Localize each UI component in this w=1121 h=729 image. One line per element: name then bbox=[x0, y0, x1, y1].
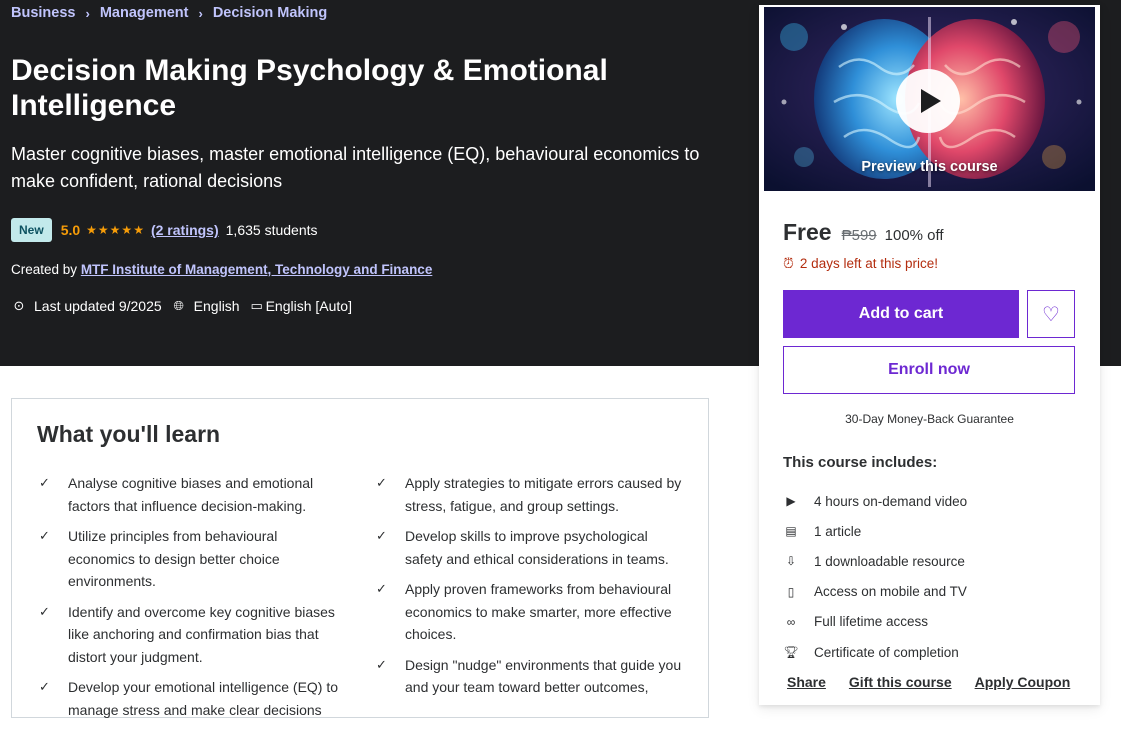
enroll-now-button[interactable]: Enroll now bbox=[783, 346, 1075, 394]
discount-label: 100% off bbox=[884, 227, 944, 244]
learn-item-text: Develop your emotional intelligence (EQ)… bbox=[68, 679, 339, 718]
includes-item-text: 1 downloadable resource bbox=[814, 553, 965, 569]
check-icon: ✓ bbox=[39, 528, 50, 543]
check-icon: ✓ bbox=[376, 656, 387, 672]
breadcrumb-business[interactable]: Business bbox=[11, 5, 75, 21]
includes-item: ⇩ 1 downloadable resource bbox=[783, 546, 1083, 576]
course-subtitle: Master cognitive biases, master emotiona… bbox=[11, 144, 700, 191]
heart-icon: ♡ bbox=[1042, 303, 1060, 326]
price-row: Free ₱599 100% off bbox=[783, 219, 944, 246]
article-icon: ▤ bbox=[785, 524, 797, 539]
includes-item: ▯ Access on mobile and TV bbox=[783, 577, 1083, 607]
learn-item-text: Analyse cognitive biases and emotional f… bbox=[68, 475, 314, 514]
new-badge: New bbox=[11, 218, 52, 242]
learn-item: ✓ Identify and overcome key cognitive bia… bbox=[37, 601, 347, 669]
learn-item-text: Apply strategies to mitigate errors caus… bbox=[405, 475, 682, 514]
includes-item: ▶ 4 hours on-demand video bbox=[783, 486, 1083, 516]
created-by: Created by MTF Institute of Management, … bbox=[11, 262, 432, 277]
share-link[interactable]: Share bbox=[787, 674, 826, 690]
price-timer: ⏰︎ 2 days left at this price! bbox=[783, 255, 938, 272]
breadcrumb: Business › Management › Decision Making bbox=[11, 5, 327, 21]
apply-coupon-link[interactable]: Apply Coupon bbox=[975, 674, 1071, 690]
money-back-guarantee: 30-Day Money-Back Guarantee bbox=[845, 412, 1014, 426]
language-text: English bbox=[193, 298, 240, 314]
learn-item: ✓ Develop your emotional intelligence (EQ… bbox=[37, 676, 347, 721]
purchase-card: Preview this course Free ₱599 100% off ⏰… bbox=[759, 5, 1100, 705]
learn-column-left: ✓ Analyse cognitive biases and emotional … bbox=[37, 472, 347, 729]
card-actions: Share Gift this course Apply Coupon bbox=[787, 674, 1093, 690]
check-icon: ✓ bbox=[39, 679, 50, 694]
learn-item: ✓ Analyse cognitive biases and emotional … bbox=[37, 472, 347, 517]
add-to-cart-button[interactable]: Add to cart bbox=[783, 290, 1019, 338]
video-icon: ▶ bbox=[786, 494, 796, 509]
learn-item: ✓ Apply strategies to mitigate errors cau… bbox=[374, 472, 684, 517]
learn-item: ✓ Develop skills to improve psychological… bbox=[374, 525, 684, 570]
check-icon: ✓ bbox=[376, 475, 387, 490]
download-icon: ⇩ bbox=[785, 554, 797, 569]
learn-item: ✓ Utilize principles from behavioural eco… bbox=[37, 525, 347, 593]
learn-item-text: Utilize principles from behavioural econ… bbox=[68, 528, 280, 589]
what-you-will-learn: What you'll learn ✓ Analyse cognitive bia… bbox=[11, 398, 709, 718]
learn-item-text: Identify and overcome key cognitive bias… bbox=[68, 603, 335, 665]
learn-item-text: Apply proven frameworks from behavioural… bbox=[405, 581, 672, 642]
includes-list: ▶ 4 hours on-demand video ▤ 1 article ⇩ 1 d… bbox=[783, 486, 1083, 667]
instructor-link[interactable]: MTF Institute of Management, Technology … bbox=[81, 262, 433, 277]
breadcrumb-separator: › bbox=[198, 5, 203, 21]
course-meta: ⊙ Last updated 9/2025 🌐︎ English ▭ Engli… bbox=[11, 298, 361, 314]
course-preview[interactable]: Preview this course bbox=[764, 7, 1095, 191]
play-button[interactable] bbox=[896, 69, 960, 133]
language: 🌐︎ English bbox=[171, 298, 240, 314]
trophy-icon: 🏆︎ bbox=[783, 645, 799, 660]
includes-item: ▤ 1 article bbox=[783, 516, 1083, 546]
learn-item-text: Design "nudge" environments that guide y… bbox=[405, 656, 682, 696]
mobile-icon: ▯ bbox=[787, 584, 795, 599]
breadcrumb-management[interactable]: Management bbox=[100, 5, 189, 21]
breadcrumb-separator: › bbox=[85, 5, 90, 21]
student-count: 1,635 students bbox=[225, 222, 318, 238]
includes-item-text: 4 hours on-demand video bbox=[814, 493, 968, 509]
created-by-label: Created by bbox=[11, 262, 78, 277]
includes-heading: This course includes: bbox=[783, 454, 938, 471]
check-icon: ✓ bbox=[39, 603, 50, 619]
learn-heading: What you'll learn bbox=[37, 421, 221, 447]
wishlist-button[interactable]: ♡ bbox=[1027, 290, 1075, 338]
includes-item-text: 1 article bbox=[814, 523, 862, 539]
includes-item: ∞ Full lifetime access bbox=[783, 607, 1083, 637]
course-title: Decision Making Psychology & Emotional I… bbox=[11, 54, 608, 122]
includes-item-text: Full lifetime access bbox=[814, 614, 929, 630]
last-updated: ⊙ Last updated 9/2025 bbox=[11, 298, 162, 314]
learn-item: ✓ Apply proven frameworks from behavioura… bbox=[374, 578, 684, 646]
captions-text: English [Auto] bbox=[265, 298, 352, 314]
check-icon: ✓ bbox=[376, 581, 387, 596]
alarm-clock-icon: ⏰︎ bbox=[783, 255, 794, 271]
captions-icon: ▭ bbox=[250, 298, 263, 313]
alert-icon: ⊙ bbox=[13, 298, 25, 313]
current-price: Free bbox=[783, 219, 832, 245]
globe-icon: 🌐︎ bbox=[173, 298, 184, 313]
infinity-icon: ∞ bbox=[786, 614, 796, 629]
last-updated-text: Last updated 9/2025 bbox=[34, 298, 162, 314]
learn-item: ✓ Design "nudge" environments that guide … bbox=[374, 654, 684, 699]
rating-score: 5.0 bbox=[60, 222, 81, 238]
preview-label: Preview this course bbox=[861, 159, 998, 175]
rating-row: New 5.0 ★★★★★ (2 ratings) 1,635 students bbox=[11, 218, 318, 242]
ratings-link[interactable]: (2 ratings) bbox=[151, 222, 219, 238]
gift-course-link[interactable]: Gift this course bbox=[849, 674, 952, 690]
learn-item-text: Develop skills to improve psychological … bbox=[405, 528, 669, 567]
includes-item-text: Access on mobile and TV bbox=[814, 584, 967, 600]
original-price: ₱599 bbox=[841, 227, 877, 244]
learn-column-right: ✓ Apply strategies to mitigate errors cau… bbox=[374, 472, 684, 707]
includes-item: 🏆︎ Certificate of completion bbox=[783, 637, 1083, 667]
rating-stars-icon: ★★★★★ bbox=[86, 223, 145, 237]
check-icon: ✓ bbox=[376, 528, 387, 543]
timer-text: 2 days left at this price! bbox=[799, 256, 938, 271]
captions: ▭ English [Auto] bbox=[249, 298, 352, 314]
check-icon: ✓ bbox=[39, 475, 50, 490]
includes-item-text: Certificate of completion bbox=[814, 644, 959, 660]
breadcrumb-decision-making[interactable]: Decision Making bbox=[213, 5, 327, 21]
